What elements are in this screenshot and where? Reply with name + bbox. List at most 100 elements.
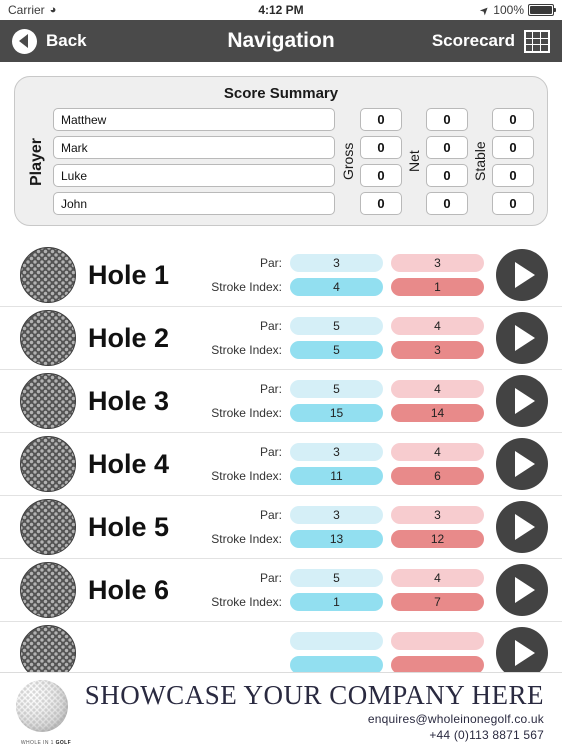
net-score-value[interactable]: 0 (426, 164, 468, 187)
stroke-index-value-blue: 1 (290, 593, 383, 611)
stroke-index-value-red: 14 (391, 404, 484, 422)
advertiser-logo-text: WHOLE IN 1 GOLF (10, 740, 82, 746)
stroke-index-value-red: 1 (391, 278, 484, 296)
play-arrow-icon[interactable] (496, 375, 548, 427)
gross-score-value[interactable]: 0 (360, 192, 402, 215)
par-value-red: 4 (391, 380, 484, 398)
stroke-index-value-blue: 15 (290, 404, 383, 422)
par-value-red: 4 (391, 317, 484, 335)
hole-row[interactable]: Hole 2 Par: Stroke Index: 5 5 4 3 (0, 307, 562, 370)
stable-column-label: Stable (472, 141, 488, 182)
gross-score-value[interactable]: 0 (360, 108, 402, 131)
scorecard-button-label: Scorecard (431, 31, 515, 50)
par-value-red: 4 (391, 443, 484, 461)
hole-name-label: Hole 3 (88, 385, 170, 416)
hole-row[interactable]: Hole 4 Par: Stroke Index: 3 11 4 6 (0, 433, 562, 496)
par-value-blue (290, 632, 383, 650)
play-arrow-icon[interactable] (496, 564, 548, 616)
golf-ball-icon (20, 562, 76, 618)
blue-tee-column: 5 1 (290, 569, 383, 611)
advertisement-phone[interactable]: +44 (0)113 8871 567 (82, 728, 544, 742)
red-tee-column (391, 632, 484, 674)
stable-score-value[interactable]: 0 (492, 164, 534, 187)
golf-ball-icon (20, 499, 76, 555)
stable-score-column: 0 0 0 0 (489, 108, 537, 215)
battery-icon (528, 4, 556, 16)
location-arrow-icon: ➤ (477, 2, 493, 18)
hole-row[interactable]: Hole 1 Par: Stroke Index: 3 4 3 1 (0, 244, 562, 307)
play-arrow-icon[interactable] (496, 312, 548, 364)
stable-score-value[interactable]: 0 (492, 108, 534, 131)
back-circle-arrow-icon (12, 28, 37, 54)
gross-score-value[interactable]: 0 (360, 164, 402, 187)
advertisement-banner[interactable]: WHOLE IN 1 GOLF SHOWCASE YOUR COMPANY HE… (0, 672, 562, 750)
grid-table-icon (524, 29, 550, 53)
battery-percent-label: 100% (493, 3, 524, 17)
advertisement-email[interactable]: enquires@wholeinonegolf.co.uk (82, 712, 544, 726)
par-label: Par: (259, 508, 282, 522)
gross-score-column: 0 0 0 0 (357, 108, 405, 215)
par-value-blue: 3 (290, 506, 383, 524)
hole-name-label: Hole 4 (88, 448, 170, 479)
par-label: Par: (259, 382, 282, 396)
player-name-input[interactable]: Matthew (53, 108, 335, 131)
blue-tee-column: 3 13 (290, 506, 383, 548)
red-tee-column: 4 14 (391, 380, 484, 422)
golf-ball-icon (20, 310, 76, 366)
stroke-index-label: Stroke Index: (211, 280, 282, 294)
red-tee-column: 4 3 (391, 317, 484, 359)
stroke-index-value-blue: 13 (290, 530, 383, 548)
stable-score-value[interactable]: 0 (492, 192, 534, 215)
score-summary-panel: Score Summary Player Matthew Mark Luke J… (14, 76, 548, 226)
golf-ball-logo-icon: WHOLE IN 1 GOLF (10, 675, 82, 748)
back-button[interactable]: Back (12, 28, 87, 54)
stroke-index-label: Stroke Index: (211, 343, 282, 357)
par-value-blue: 3 (290, 254, 383, 272)
hole-row[interactable]: Hole 6 Par: Stroke Index: 5 1 4 7 (0, 559, 562, 622)
player-name-input[interactable]: John (53, 192, 335, 215)
par-label: Par: (259, 256, 282, 270)
hole-row[interactable]: Hole 5 Par: Stroke Index: 3 13 3 12 (0, 496, 562, 559)
par-label: Par: (259, 445, 282, 459)
gross-score-value[interactable]: 0 (360, 136, 402, 159)
net-score-value[interactable]: 0 (426, 108, 468, 131)
par-label: Par: (259, 319, 282, 333)
player-column-label: Player (28, 137, 45, 186)
status-bar-right: ➤ 100% (477, 2, 556, 18)
player-name-input[interactable]: Luke (53, 164, 335, 187)
net-score-value[interactable]: 0 (426, 192, 468, 215)
stroke-index-value-red: 12 (391, 530, 484, 548)
hole-metric-labels: Par: Stroke Index: (211, 569, 290, 611)
score-summary-body: Player Matthew Mark Luke John Gross 0 0 … (25, 108, 537, 215)
logo-text-bold: GOLF (55, 739, 72, 746)
scorecard-button[interactable]: Scorecard (431, 29, 550, 53)
par-value-blue: 5 (290, 569, 383, 587)
play-arrow-icon[interactable] (496, 501, 548, 553)
net-column-label: Net (406, 150, 422, 173)
hole-name-label: Hole 5 (88, 511, 170, 542)
blue-tee-column: 5 15 (290, 380, 383, 422)
red-tee-column: 3 12 (391, 506, 484, 548)
stroke-index-value-blue: 5 (290, 341, 383, 359)
hole-metric-labels: Par: Stroke Index: (211, 380, 290, 422)
play-arrow-icon[interactable] (496, 438, 548, 490)
par-value-red: 3 (391, 506, 484, 524)
red-tee-column: 4 7 (391, 569, 484, 611)
par-value-red: 4 (391, 569, 484, 587)
hole-row[interactable]: Hole 3 Par: Stroke Index: 5 15 4 14 (0, 370, 562, 433)
wifi-icon: ◕ (49, 3, 57, 16)
par-value-blue: 3 (290, 443, 383, 461)
stroke-index-label: Stroke Index: (211, 532, 282, 546)
net-score-value[interactable]: 0 (426, 136, 468, 159)
stroke-index-value-red: 6 (391, 467, 484, 485)
stroke-index-label: Stroke Index: (211, 469, 282, 483)
player-name-column: Matthew Mark Luke John (49, 108, 339, 215)
play-arrow-icon[interactable] (496, 249, 548, 301)
advertisement-text: SHOWCASE YOUR COMPANY HERE enquires@whol… (82, 681, 548, 742)
hole-metric-labels: Par: Stroke Index: (211, 506, 290, 548)
golf-ball-icon (20, 247, 76, 303)
stable-score-value[interactable]: 0 (492, 136, 534, 159)
player-name-input[interactable]: Mark (53, 136, 335, 159)
status-bar: Carrier ◕ 4:12 PM ➤ 100% (0, 0, 562, 20)
red-tee-column: 4 6 (391, 443, 484, 485)
